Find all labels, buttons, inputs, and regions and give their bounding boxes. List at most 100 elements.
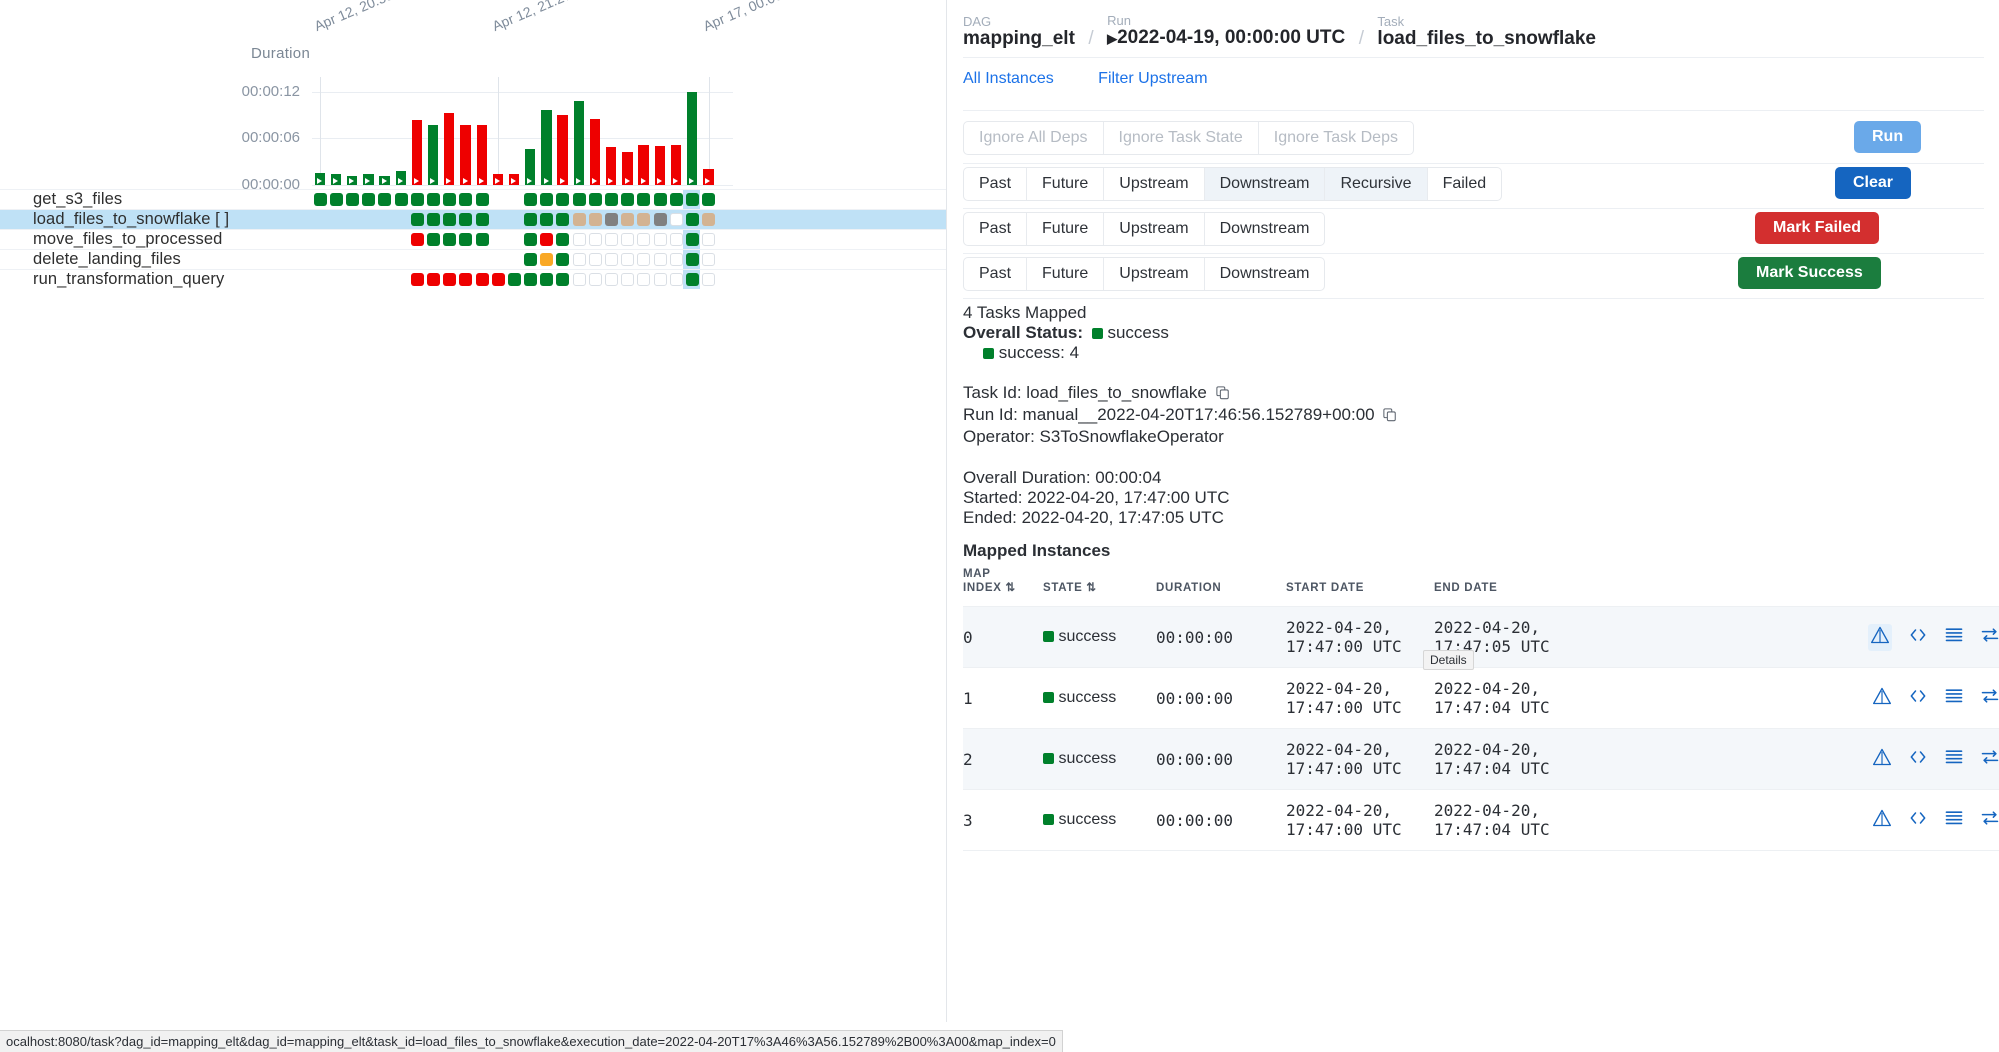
task-instance-cell-empty[interactable]	[605, 233, 618, 246]
code-brackets-icon[interactable]	[1908, 686, 1928, 711]
task-instance-cell-success[interactable]	[443, 213, 456, 226]
task-instance-cell-success[interactable]	[330, 193, 343, 206]
clear-button[interactable]: Clear	[1835, 167, 1911, 199]
column-duration[interactable]: DURATION	[1156, 562, 1286, 607]
task-instance-cell-failed[interactable]	[411, 233, 424, 246]
mark-success-option-past[interactable]: Past	[964, 258, 1027, 290]
task-instance-cell-success[interactable]	[637, 193, 650, 206]
task-instance-cell-success[interactable]	[378, 193, 391, 206]
task-instance-cell-failed[interactable]	[443, 273, 456, 286]
log-lines-icon[interactable]	[1944, 686, 1964, 711]
task-instance-cell-success[interactable]	[395, 193, 408, 206]
task-instance-cell-deferred[interactable]	[637, 213, 650, 226]
chart-bar[interactable]	[574, 101, 584, 185]
task-instance-cell-skipped[interactable]	[654, 213, 667, 226]
mapped-instance-row[interactable]: 2 success00:00:002022-04-20,17:47:00 UTC…	[963, 729, 1999, 790]
task-instance-cell-failed[interactable]	[540, 233, 553, 246]
task-instance-cell-empty[interactable]	[573, 253, 586, 266]
task-instance-cell-success[interactable]	[573, 193, 586, 206]
task-instance-cell-empty[interactable]	[573, 273, 586, 286]
task-instance-cell-empty[interactable]	[670, 213, 683, 226]
mapped-instance-row[interactable]: 3 success00:00:002022-04-20,17:47:00 UTC…	[963, 790, 1999, 851]
chart-bar[interactable]	[557, 115, 567, 185]
task-instance-cell-success[interactable]	[427, 233, 440, 246]
warning-triangle-icon[interactable]	[1872, 747, 1892, 772]
task-instance-cell-empty[interactable]	[670, 233, 683, 246]
log-lines-icon[interactable]	[1944, 625, 1964, 650]
column-state[interactable]: STATE ⇅	[1043, 562, 1156, 607]
chart-bar[interactable]	[687, 92, 697, 185]
warning-triangle-icon[interactable]	[1872, 686, 1892, 711]
filter-upstream-link[interactable]: Filter Upstream	[1098, 70, 1207, 88]
code-brackets-icon[interactable]	[1908, 747, 1928, 772]
task-instance-cell-failed[interactable]	[459, 273, 472, 286]
column-map-index[interactable]: MAPINDEX ⇅	[963, 562, 1043, 607]
task-grid-row[interactable]: get_s3_files	[0, 189, 946, 209]
task-instance-cell-empty[interactable]	[654, 253, 667, 266]
task-instance-cell-success[interactable]	[524, 193, 537, 206]
task-instance-cell-empty[interactable]	[621, 273, 634, 286]
task-instance-cell-success[interactable]	[346, 193, 359, 206]
task-instance-cell-empty[interactable]	[637, 253, 650, 266]
task-instance-cell-success[interactable]	[686, 233, 699, 246]
chart-bar[interactable]	[477, 125, 487, 185]
ignore-option-ignore-task-deps[interactable]: Ignore Task Deps	[1259, 122, 1413, 154]
mark-failed-option-downstream[interactable]: Downstream	[1205, 213, 1325, 245]
task-instance-cell-empty[interactable]	[637, 233, 650, 246]
chart-bar[interactable]	[428, 125, 438, 185]
copy-run-id-icon[interactable]	[1383, 407, 1397, 427]
task-grid-row[interactable]: load_files_to_snowflake [ ]	[0, 209, 946, 229]
task-instance-cell-deferred[interactable]	[702, 213, 715, 226]
chart-bar[interactable]	[444, 113, 454, 185]
clear-option-past[interactable]: Past	[964, 168, 1027, 200]
task-instance-cell-success[interactable]	[443, 233, 456, 246]
mapped-instance-row[interactable]: 0 success00:00:002022-04-20,17:47:00 UTC…	[963, 607, 1999, 668]
task-instance-cell-running[interactable]	[540, 253, 553, 266]
chart-bar[interactable]	[412, 120, 422, 185]
task-grid-row-label[interactable]: load_files_to_snowflake [ ]	[33, 210, 229, 229]
task-grid-row-label[interactable]: delete_landing_files	[33, 250, 181, 269]
clear-option-downstream[interactable]: Downstream	[1205, 168, 1326, 200]
task-instance-cell-empty[interactable]	[589, 253, 602, 266]
mark-failed-option-past[interactable]: Past	[964, 213, 1027, 245]
task-instance-cell-success[interactable]	[621, 193, 634, 206]
task-instance-cell-success[interactable]	[476, 213, 489, 226]
run-button[interactable]: Run	[1854, 121, 1921, 153]
chart-bar[interactable]	[541, 110, 551, 185]
task-instance-cell-success[interactable]	[362, 193, 375, 206]
chart-bar[interactable]	[590, 119, 600, 185]
task-instance-cell-failed[interactable]	[411, 273, 424, 286]
mark-success-option-downstream[interactable]: Downstream	[1205, 258, 1325, 290]
clear-option-upstream[interactable]: Upstream	[1104, 168, 1204, 200]
clear-option-future[interactable]: Future	[1027, 168, 1104, 200]
shuffle-arrows-icon[interactable]	[1980, 747, 1999, 772]
task-instance-cell-success[interactable]	[476, 233, 489, 246]
task-instance-cell-empty[interactable]	[621, 233, 634, 246]
ignore-option-ignore-all-deps[interactable]: Ignore All Deps	[964, 122, 1104, 154]
task-instance-cell-success[interactable]	[540, 193, 553, 206]
code-brackets-icon[interactable]	[1908, 625, 1928, 650]
mark-failed-option-future[interactable]: Future	[1027, 213, 1104, 245]
task-instance-cell-empty[interactable]	[670, 253, 683, 266]
chart-bar[interactable]	[460, 125, 470, 185]
task-instance-cell-success[interactable]	[686, 253, 699, 266]
task-instance-cell-empty[interactable]	[670, 273, 683, 286]
task-instance-cell-success[interactable]	[411, 213, 424, 226]
task-instance-cell-empty[interactable]	[589, 233, 602, 246]
task-instance-cell-success[interactable]	[540, 213, 553, 226]
task-grid-row[interactable]: move_files_to_processed	[0, 229, 946, 249]
mark-success-button[interactable]: Mark Success	[1738, 257, 1881, 289]
task-instance-cell-failed[interactable]	[427, 273, 440, 286]
task-instance-cell-success[interactable]	[314, 193, 327, 206]
column-end-date[interactable]: END DATE	[1434, 562, 1734, 607]
task-grid-row-label[interactable]: move_files_to_processed	[33, 230, 222, 249]
task-instance-cell-skipped[interactable]	[605, 213, 618, 226]
shuffle-arrows-icon[interactable]	[1980, 808, 1999, 833]
task-instance-cell-success[interactable]	[524, 233, 537, 246]
shuffle-arrows-icon[interactable]	[1980, 625, 1999, 650]
task-instance-cell-empty[interactable]	[621, 253, 634, 266]
task-instance-cell-empty[interactable]	[702, 233, 715, 246]
breadcrumb-task[interactable]: Task load_files_to_snowflake	[1377, 15, 1596, 50]
task-instance-cell-empty[interactable]	[605, 253, 618, 266]
task-instance-cell-success[interactable]	[589, 193, 602, 206]
